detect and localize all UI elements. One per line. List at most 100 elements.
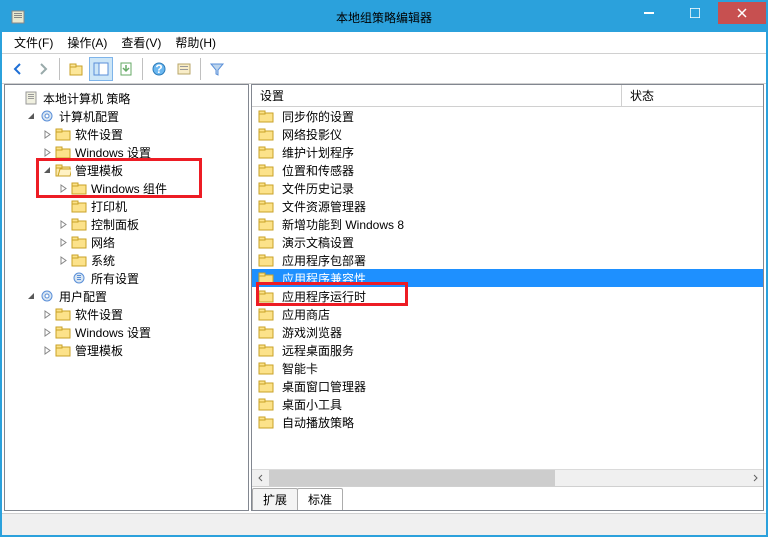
up-button[interactable]: [64, 57, 88, 81]
help-button[interactable]: ?: [147, 57, 171, 81]
tree-label: 用户配置: [59, 288, 107, 305]
list-item[interactable]: 文件资源管理器: [252, 197, 763, 215]
tree-system[interactable]: 系统: [5, 251, 248, 269]
list-item[interactable]: 智能卡: [252, 359, 763, 377]
list-item[interactable]: 游戏浏览器: [252, 323, 763, 341]
list-item-label: 应用程序兼容性: [282, 270, 366, 287]
expand-icon[interactable]: [57, 184, 69, 193]
list-header: 设置 状态: [252, 85, 763, 107]
column-state[interactable]: 状态: [622, 85, 763, 106]
tab-extended[interactable]: 扩展: [252, 488, 298, 510]
tree-user-config[interactable]: 用户配置: [5, 287, 248, 305]
tree-user-software[interactable]: 软件设置: [5, 305, 248, 323]
maximize-button[interactable]: [672, 2, 718, 24]
tree-label: 网络: [91, 234, 115, 251]
h-scrollbar[interactable]: [252, 469, 763, 486]
svg-text:?: ?: [155, 62, 162, 76]
menu-action[interactable]: 操作(A): [61, 32, 113, 53]
toolbar: ?: [2, 54, 766, 84]
expand-icon[interactable]: [41, 346, 53, 355]
list-item[interactable]: 自动播放策略: [252, 413, 763, 431]
list-item[interactable]: 文件历史记录: [252, 179, 763, 197]
collapse-icon[interactable]: [41, 166, 53, 175]
tree-computer-config[interactable]: 计算机配置: [5, 107, 248, 125]
list-item-label: 同步你的设置: [282, 108, 354, 125]
list-item[interactable]: 应用程序兼容性: [252, 269, 763, 287]
expand-icon[interactable]: [57, 256, 69, 265]
show-hide-tree-button[interactable]: [89, 57, 113, 81]
list-pane: 设置 状态 同步你的设置网络投影仪维护计划程序位置和传感器文件历史记录文件资源管…: [251, 84, 764, 511]
tab-standard[interactable]: 标准: [297, 488, 343, 510]
list-item[interactable]: 桌面窗口管理器: [252, 377, 763, 395]
tree-label: 控制面板: [91, 216, 139, 233]
list-item-label: 远程桌面服务: [282, 342, 354, 359]
forward-button[interactable]: [31, 57, 55, 81]
tree-windows-components[interactable]: Windows 组件: [5, 179, 248, 197]
list-item-label: 应用程序包部署: [282, 252, 366, 269]
expand-icon[interactable]: [57, 238, 69, 247]
menu-help[interactable]: 帮助(H): [169, 32, 222, 53]
tree-control-panel[interactable]: 控制面板: [5, 215, 248, 233]
filter-button[interactable]: [205, 57, 229, 81]
collapse-icon[interactable]: [25, 292, 37, 301]
tree-printers[interactable]: 打印机: [5, 197, 248, 215]
list-item-label: 新增功能到 Windows 8: [282, 216, 404, 233]
export-button[interactable]: [114, 57, 138, 81]
tree-root[interactable]: 本地计算机 策略: [5, 89, 248, 107]
tree-all-settings[interactable]: 所有设置: [5, 269, 248, 287]
tree-software-settings[interactable]: 软件设置: [5, 125, 248, 143]
list-item-label: 桌面窗口管理器: [282, 378, 366, 395]
collapse-icon[interactable]: [25, 112, 37, 121]
list-item[interactable]: 应用商店: [252, 305, 763, 323]
list-item[interactable]: 应用程序包部署: [252, 251, 763, 269]
close-button[interactable]: [718, 2, 766, 24]
back-button[interactable]: [6, 57, 30, 81]
list-item[interactable]: 远程桌面服务: [252, 341, 763, 359]
scroll-right-icon[interactable]: [746, 470, 763, 486]
expand-icon[interactable]: [41, 130, 53, 139]
tree-windows-settings[interactable]: Windows 设置: [5, 143, 248, 161]
column-setting[interactable]: 设置: [252, 85, 622, 106]
list-item[interactable]: 桌面小工具: [252, 395, 763, 413]
tabs: 扩展 标准: [252, 486, 763, 510]
scroll-thumb[interactable]: [269, 470, 555, 486]
tree-user-admintpl[interactable]: 管理模板: [5, 341, 248, 359]
list-item-label: 自动播放策略: [282, 414, 354, 431]
expand-icon[interactable]: [41, 310, 53, 319]
list-item-label: 桌面小工具: [282, 396, 342, 413]
menu-view[interactable]: 查看(V): [115, 32, 167, 53]
tree-pane[interactable]: 本地计算机 策略计算机配置软件设置Windows 设置管理模板Windows 组…: [4, 84, 249, 511]
list-item-label: 应用程序运行时: [282, 288, 366, 305]
list-item-label: 应用商店: [282, 306, 330, 323]
expand-icon[interactable]: [57, 220, 69, 229]
tree-label: 所有设置: [91, 270, 139, 287]
menu-file[interactable]: 文件(F): [8, 32, 59, 53]
expand-icon[interactable]: [41, 328, 53, 337]
expand-icon[interactable]: [41, 148, 53, 157]
tree-label: 计算机配置: [59, 108, 119, 125]
properties-button[interactable]: [172, 57, 196, 81]
list-body[interactable]: 同步你的设置网络投影仪维护计划程序位置和传感器文件历史记录文件资源管理器新增功能…: [252, 107, 763, 469]
list-item[interactable]: 同步你的设置: [252, 107, 763, 125]
list-item-label: 位置和传感器: [282, 162, 354, 179]
list-item[interactable]: 演示文稿设置: [252, 233, 763, 251]
tree-label: Windows 设置: [75, 324, 151, 341]
list-item-label: 文件资源管理器: [282, 198, 366, 215]
tree-network[interactable]: 网络: [5, 233, 248, 251]
list-item[interactable]: 新增功能到 Windows 8: [252, 215, 763, 233]
list-item[interactable]: 位置和传感器: [252, 161, 763, 179]
list-item-label: 演示文稿设置: [282, 234, 354, 251]
list-item-label: 游戏浏览器: [282, 324, 342, 341]
list-item[interactable]: 应用程序运行时: [252, 287, 763, 305]
tree-user-winset[interactable]: Windows 设置: [5, 323, 248, 341]
titlebar[interactable]: 本地组策略编辑器: [2, 2, 766, 32]
list-item[interactable]: 网络投影仪: [252, 125, 763, 143]
tree-admin-templates[interactable]: 管理模板: [5, 161, 248, 179]
minimize-button[interactable]: [626, 2, 672, 24]
menubar: 文件(F) 操作(A) 查看(V) 帮助(H): [2, 32, 766, 54]
list-item[interactable]: 维护计划程序: [252, 143, 763, 161]
tree-label: 管理模板: [75, 162, 123, 179]
scroll-left-icon[interactable]: [252, 470, 269, 486]
tree-label: 软件设置: [75, 306, 123, 323]
tree-label: Windows 设置: [75, 144, 151, 161]
